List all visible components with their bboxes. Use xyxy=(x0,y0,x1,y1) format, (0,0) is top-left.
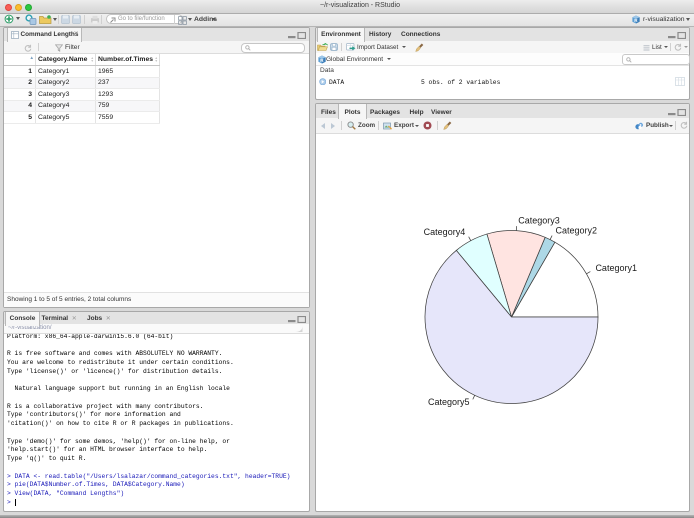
svg-text:Category2: Category2 xyxy=(555,226,597,236)
svg-text:Category4: Category4 xyxy=(424,227,466,237)
svg-text:Category3: Category3 xyxy=(518,216,560,226)
svg-text:Category5: Category5 xyxy=(428,397,470,407)
svg-text:Category1: Category1 xyxy=(595,263,637,273)
